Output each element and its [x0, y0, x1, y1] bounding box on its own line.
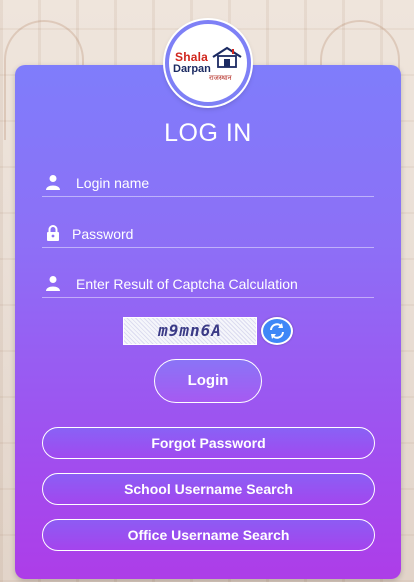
password-field[interactable]: Password	[42, 218, 374, 248]
user-icon	[46, 175, 60, 190]
captcha-answer-field[interactable]: Enter Result of Captcha Calculation	[42, 268, 374, 298]
office-username-search-button[interactable]: Office Username Search	[42, 519, 375, 551]
refresh-captcha-button[interactable]	[261, 317, 293, 345]
captcha-image: m9mn6A	[123, 317, 257, 345]
school-username-search-button[interactable]: School Username Search	[42, 473, 375, 505]
logo-text-darpan: Darpan	[173, 63, 211, 75]
shala-darpan-logo: Shala Darpan राजस्थान	[165, 20, 251, 106]
password-placeholder: Password	[72, 226, 134, 242]
page-title: LOG IN	[164, 119, 252, 147]
login-card: LOG IN Login name Password Enter Result …	[15, 65, 401, 579]
logo-text-shala: Shala	[175, 50, 209, 64]
captcha-answer-placeholder: Enter Result of Captcha Calculation	[76, 276, 298, 292]
lock-icon	[47, 225, 59, 241]
login-button[interactable]: Login	[154, 359, 262, 403]
login-name-field[interactable]: Login name	[42, 167, 374, 197]
refresh-icon	[270, 323, 284, 339]
user-icon	[46, 276, 60, 291]
logo-text-rajasthan: राजस्थान	[209, 75, 232, 82]
forgot-password-button[interactable]: Forgot Password	[42, 427, 375, 459]
house-icon	[212, 46, 242, 68]
login-name-placeholder: Login name	[76, 175, 150, 191]
